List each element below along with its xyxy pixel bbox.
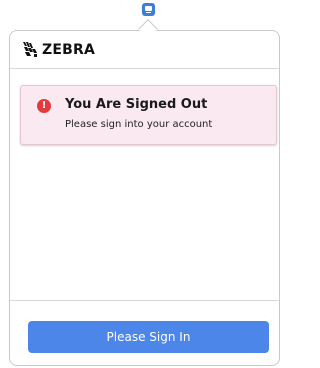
popup-footer-divider [10,300,279,301]
sign-in-button[interactable]: Please Sign In [28,321,269,353]
monitor-base-shape [146,12,151,13]
popup-header: ZEBRA [10,31,279,69]
alert-message: Please sign into your account [65,119,213,130]
alert-title: You Are Signed Out [65,97,208,112]
brand-logo: ZEBRA [21,41,95,58]
signed-out-alert: ! You Are Signed Out Please sign into yo… [20,85,277,145]
screen: ZEBRA ! You Are Signed Out Please sign i… [0,0,281,368]
zebra-head-logo-icon [23,42,37,57]
extension-popup: ZEBRA ! You Are Signed Out Please sign i… [9,30,280,366]
device-monitor-icon[interactable] [142,3,155,16]
brand-name: ZEBRA [42,41,96,58]
exclamation-icon: ! [37,99,51,113]
monitor-screen-shape [145,6,152,11]
